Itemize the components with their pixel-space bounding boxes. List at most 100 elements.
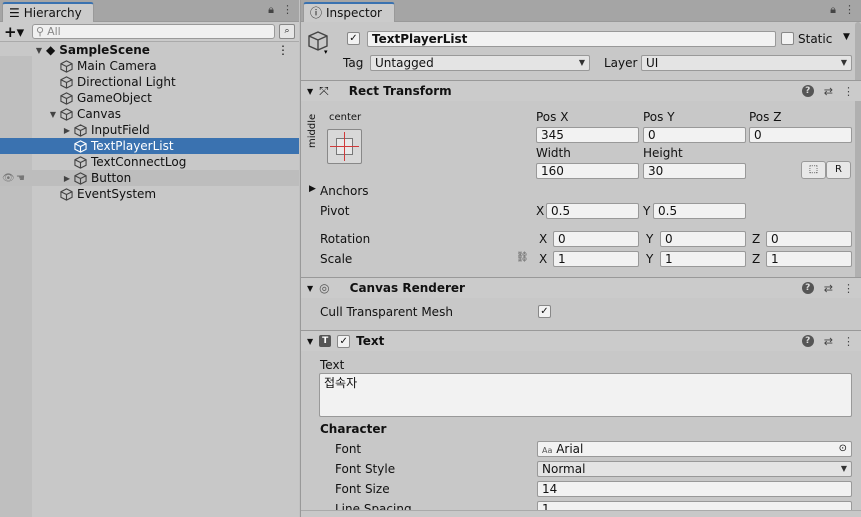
rotation-y-field[interactable]: 0 — [660, 231, 746, 247]
anchors-foldout[interactable]: Anchors — [320, 184, 369, 198]
active-checkbox[interactable]: ✓ — [347, 32, 360, 45]
filter-button[interactable]: ⌕ — [279, 24, 295, 39]
unity-scene-icon: ◆ — [46, 43, 56, 57]
pickable-icon[interactable]: ☚ — [16, 173, 25, 184]
list-item[interactable]: EventSystem — [0, 186, 299, 202]
expand-arrow-icon[interactable]: ▶ — [309, 184, 316, 194]
gameobject-icon — [60, 91, 73, 105]
svg-text:▾: ▾ — [324, 48, 328, 54]
gameobject-icon — [74, 139, 87, 153]
expand-arrow-icon[interactable]: ▼ — [48, 110, 58, 119]
tag-dropdown[interactable]: Untagged ▼ — [370, 55, 590, 71]
gameobject-icon — [60, 75, 73, 89]
font-size-field[interactable]: 14 — [537, 481, 852, 497]
canvas-renderer-icon: ◎ — [319, 281, 330, 295]
font-field[interactable]: Aa Arial ⊙ — [537, 441, 852, 457]
list-item[interactable]: Directional Light — [0, 74, 299, 90]
raw-edit-button[interactable]: R — [826, 161, 851, 179]
collapse-arrow-icon[interactable]: ▼ — [307, 337, 313, 346]
list-item[interactable]: ▼ Canvas — [0, 106, 299, 122]
text-value-area[interactable]: 접속자 — [319, 373, 852, 417]
layer-dropdown[interactable]: UI ▼ — [641, 55, 852, 71]
inspector-tabbar: ⓘ Inspector 🔒︎ ⋮ — [301, 0, 861, 22]
collapse-arrow-icon[interactable]: ▼ — [307, 284, 313, 293]
help-icon[interactable]: ? — [801, 335, 814, 347]
hierarchy-panel: ☰ Hierarchy 🔒︎ ⋮ +▾ ⚲ All ⌕ ▼ ◆ SampleSc… — [0, 0, 299, 517]
scale-z-field[interactable]: 1 — [766, 251, 852, 267]
gameobject-icon — [60, 107, 73, 121]
static-checkbox[interactable] — [781, 32, 794, 45]
expand-arrow-icon[interactable]: ▼ — [34, 46, 44, 55]
gameobject-icon — [74, 123, 87, 137]
text-component-icon: T — [319, 335, 332, 347]
tab-inspector[interactable]: ⓘ Inspector — [303, 2, 395, 22]
rect-transform-icon: ⤧ — [319, 83, 329, 98]
visibility-eye-icon[interactable]: 👁︎ — [2, 173, 15, 184]
dropdown-arrow-icon: ▼ — [840, 464, 847, 473]
collapse-arrow-icon[interactable]: ▶ — [62, 174, 72, 183]
bottom-edge — [301, 510, 861, 517]
preset-icon[interactable]: ⇄ — [824, 282, 833, 295]
pivot-y-field[interactable]: 0.5 — [653, 203, 746, 219]
object-picker-icon[interactable]: ⊙ — [839, 442, 847, 456]
list-item-selected[interactable]: TextPlayerList — [0, 138, 299, 154]
lock-icon[interactable]: 🔒︎ — [268, 3, 274, 17]
dropdown-arrow-icon: ▼ — [840, 58, 847, 67]
scale-x-field[interactable]: 1 — [553, 251, 639, 267]
menu-icon[interactable]: ⋮ — [282, 3, 293, 17]
lock-icon[interactable]: 🔒︎ — [830, 3, 836, 17]
constrain-proportions-icon[interactable]: ⛓︎ — [516, 252, 529, 263]
list-item[interactable]: Main Camera — [0, 58, 299, 74]
help-icon[interactable]: ? — [801, 85, 814, 97]
menu-icon[interactable]: ⋮ — [844, 3, 855, 17]
scrollbar[interactable] — [855, 22, 861, 297]
scale-y-field[interactable]: 1 — [660, 251, 746, 267]
collapse-arrow-icon[interactable]: ▼ — [307, 87, 313, 96]
menu-icon[interactable]: ⋮ — [277, 43, 289, 57]
pos-z-field[interactable]: 0 — [749, 127, 852, 143]
text-enabled-checkbox[interactable]: ✓ — [337, 334, 351, 348]
add-button[interactable]: +▾ — [4, 23, 28, 41]
help-icon[interactable]: ? — [801, 282, 814, 294]
preset-icon[interactable]: ⇄ — [824, 335, 833, 348]
height-field[interactable]: 30 — [643, 163, 746, 179]
pos-y-field[interactable]: 0 — [643, 127, 746, 143]
font-asset-icon: Aa — [542, 446, 553, 455]
menu-icon[interactable]: ⋮ — [843, 85, 854, 98]
static-dropdown-arrow-icon[interactable]: ▼ — [843, 32, 850, 42]
scene-row[interactable]: ▼ ◆ SampleScene ⋮ — [0, 42, 299, 58]
gameobject-icon — [60, 59, 73, 73]
rotation-x-field[interactable]: 0 — [553, 231, 639, 247]
gameobject-icon — [60, 187, 73, 201]
menu-icon[interactable]: ⋮ — [843, 282, 854, 295]
rect-transform-header[interactable]: ▼ ⤧ Rect Transform ? ⇄ ⋮ — [301, 80, 861, 101]
hierarchy-tabbar: ☰ Hierarchy 🔒︎ ⋮ — [0, 0, 299, 22]
list-item[interactable]: TextConnectLog — [0, 154, 299, 170]
cull-transparent-mesh-checkbox[interactable]: ✓ — [538, 305, 551, 318]
text-component-header[interactable]: ▼ T ✓ Text ? ⇄ ⋮ — [301, 330, 861, 351]
object-name-field[interactable]: TextPlayerList — [367, 31, 776, 47]
search-input[interactable]: ⚲ All — [32, 24, 275, 39]
width-field[interactable]: 160 — [536, 163, 639, 179]
canvas-renderer-header[interactable]: ▼ ◎ Canvas Renderer ? ⇄ ⋮ — [301, 277, 861, 298]
pivot-x-field[interactable]: 0.5 — [546, 203, 639, 219]
list-item[interactable]: 👁︎ ☚ ▶ Button — [0, 170, 299, 186]
tab-hierarchy[interactable]: ☰ Hierarchy — [2, 2, 94, 22]
font-style-dropdown[interactable]: Normal ▼ — [537, 461, 852, 477]
dropdown-arrow-icon: ▼ — [578, 58, 585, 67]
info-icon: ⓘ — [310, 5, 323, 20]
anchor-presets-button[interactable] — [327, 129, 362, 164]
preset-icon[interactable]: ⇄ — [824, 85, 833, 98]
rotation-z-field[interactable]: 0 — [766, 231, 852, 247]
collapse-arrow-icon[interactable]: ▶ — [62, 126, 72, 135]
menu-icon[interactable]: ⋮ — [843, 335, 854, 348]
search-icon: ⚲ — [36, 25, 45, 38]
list-icon: ☰ — [9, 5, 20, 20]
list-item[interactable]: ▶ InputField — [0, 122, 299, 138]
list-item[interactable]: GameObject — [0, 90, 299, 106]
blueprint-mode-button[interactable]: ⬚ — [801, 161, 826, 179]
inspector-panel: ⓘ Inspector 🔒︎ ⋮ ▾ ✓ TextPlayerList Stat… — [300, 0, 861, 517]
hierarchy-toolbar: +▾ ⚲ All ⌕ — [0, 22, 299, 42]
pos-x-field[interactable]: 345 — [536, 127, 639, 143]
gameobject-icon — [74, 171, 87, 185]
